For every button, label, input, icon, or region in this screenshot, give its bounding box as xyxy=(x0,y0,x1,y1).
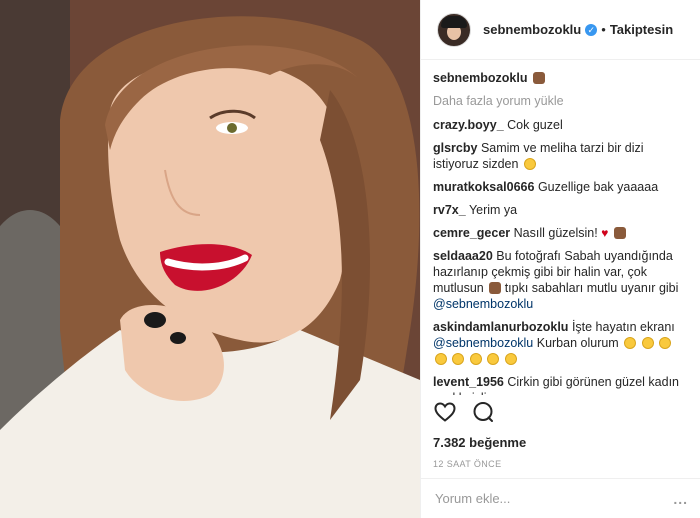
comment-mention-link[interactable]: @sebnembozoklu xyxy=(433,297,533,311)
load-more-comments-link[interactable]: Daha fazla yorum yükle xyxy=(433,93,688,109)
heart-icon[interactable] xyxy=(433,400,457,424)
separator: • xyxy=(601,22,606,37)
likes-count[interactable]: 7.382 beğenme xyxy=(433,435,526,450)
comment: glsrcby Samim ve meliha tarzi bir dizi i… xyxy=(433,140,688,172)
comment-username[interactable]: levent_1956 xyxy=(433,375,504,389)
portrait-illustration xyxy=(0,0,420,518)
bear-emoji-icon xyxy=(532,72,545,84)
follow-status-button[interactable]: Takiptesin xyxy=(610,22,673,37)
instagram-post: sebnembozoklu ✓ • Takiptesin sebnembozok… xyxy=(0,0,700,518)
smile-emoji-icon xyxy=(523,158,536,170)
comment-text-continued: Kurban olurum xyxy=(536,336,619,350)
comment-username[interactable]: muratkoksal0666 xyxy=(433,180,534,194)
header-username[interactable]: sebnembozoklu xyxy=(483,22,581,37)
comment-input[interactable] xyxy=(433,490,657,507)
post-timestamp[interactable]: 12 SAAT ÖNCE xyxy=(433,459,502,469)
post-actions xyxy=(433,400,495,424)
comment-text: Cok guzel xyxy=(507,118,563,132)
heart-eyes-emoji-icon xyxy=(641,337,654,349)
comment-username[interactable]: cemre_gecer xyxy=(433,226,510,240)
comment-username[interactable]: askindamlanurbozoklu xyxy=(433,320,568,334)
comment: cemre_gecer Nasıll güzelsin! ♥ xyxy=(433,225,688,241)
post-photo[interactable] xyxy=(0,0,420,518)
heart-emoji-icon: ♥ xyxy=(601,226,609,240)
comments-list: sebnembozoklu Daha fazla yorum yükle cra… xyxy=(421,60,700,395)
comment-username[interactable]: glsrcby xyxy=(433,141,477,155)
grin-emoji-icon xyxy=(504,353,517,365)
comment-text: İşte hayatın ekranı xyxy=(571,320,675,334)
grin-emoji-icon xyxy=(469,353,482,365)
avatar[interactable] xyxy=(437,12,471,47)
options-icon[interactable]: ... xyxy=(673,491,688,507)
comment: seldaaa20 Bu fotoğrafı Sabah uyandığında… xyxy=(433,248,688,312)
person-emoji-icon xyxy=(613,227,626,239)
kiss-emoji-icon xyxy=(435,353,447,365)
comment: crazy.boyy_ Cok guzel xyxy=(433,117,688,133)
grin-emoji-icon xyxy=(487,353,500,365)
comment-mention-link[interactable]: @sebnembozoklu xyxy=(433,336,533,350)
heart-eyes-emoji-icon xyxy=(659,337,672,349)
post-header: sebnembozoklu ✓ • Takiptesin xyxy=(421,0,700,60)
comment: muratkoksal0666 Guzellige bak yaaaaa xyxy=(433,179,688,195)
comment-text-continued: tıpkı sabahları mutlu uyanır gibi xyxy=(504,281,679,295)
add-comment-bar: ... xyxy=(421,478,700,518)
comment-text: Yerim ya xyxy=(468,203,518,217)
comment: askindamlanurbozoklu İşte hayatın ekranı… xyxy=(433,319,688,367)
comment: levent_1956 Cirkin gibi görünen güzel ka… xyxy=(433,374,688,395)
comment-username[interactable]: seldaaa20 xyxy=(433,249,493,263)
comment-username[interactable]: rv7x_ xyxy=(433,203,466,217)
person-emoji-icon xyxy=(489,282,502,294)
comment-username[interactable]: crazy.boyy_ xyxy=(433,118,504,132)
comment: rv7x_ Yerim ya xyxy=(433,202,688,218)
comment-icon[interactable] xyxy=(471,400,495,424)
caption: sebnembozoklu xyxy=(433,70,688,86)
verified-icon: ✓ xyxy=(585,23,598,36)
comment-text: Guzellige bak yaaaaa xyxy=(537,180,659,194)
kiss-emoji-icon xyxy=(452,353,465,365)
caption-username[interactable]: sebnembozoklu xyxy=(433,71,527,85)
post-side-panel: sebnembozoklu ✓ • Takiptesin sebnembozok… xyxy=(420,0,700,518)
comment-text: Nasıll güzelsin! xyxy=(513,226,598,240)
smile-emoji-icon xyxy=(624,337,637,349)
